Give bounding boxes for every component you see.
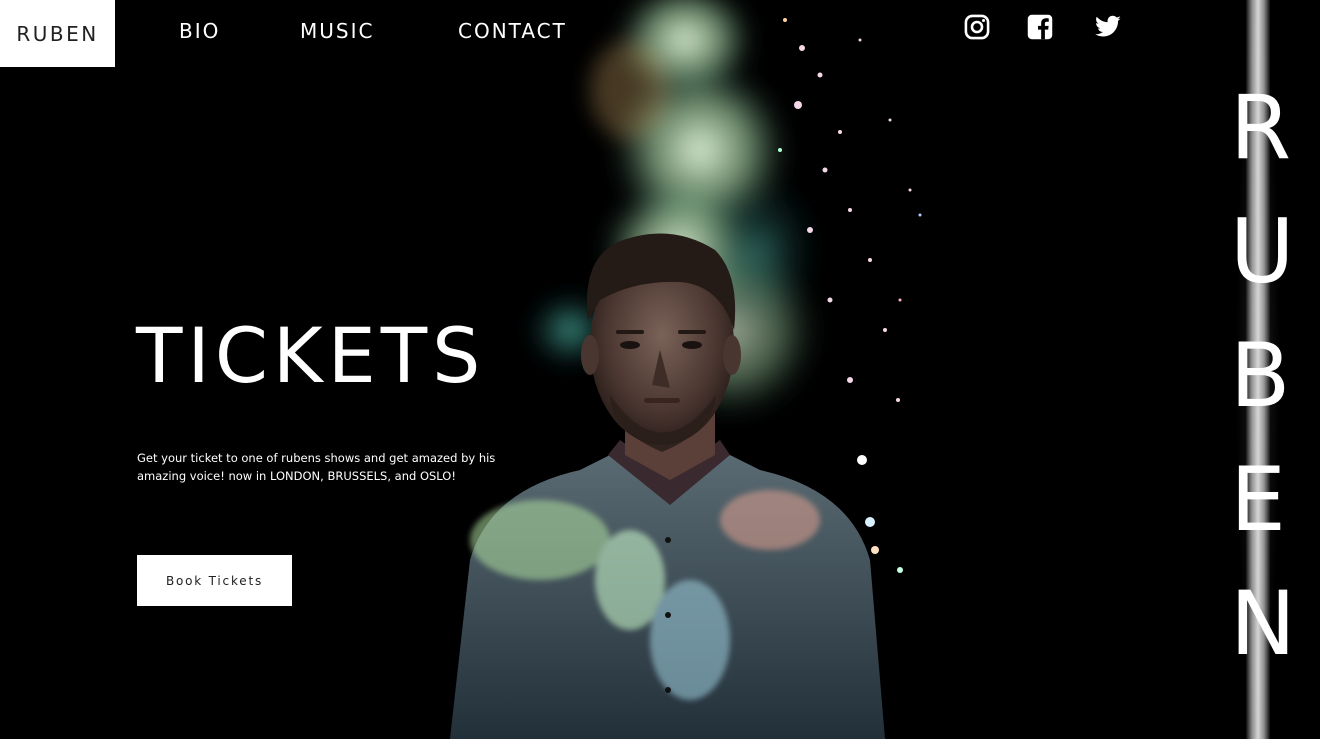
twitter-icon bbox=[1095, 15, 1121, 37]
facebook-icon bbox=[1027, 14, 1053, 40]
rail-letter: B bbox=[1230, 324, 1291, 427]
instagram-link[interactable] bbox=[963, 13, 991, 41]
rail-letter: N bbox=[1230, 572, 1296, 675]
book-tickets-button[interactable]: Book Tickets bbox=[137, 555, 292, 606]
rail-letter: R bbox=[1230, 76, 1292, 179]
page: RUBEN BIO MUSIC CONTACT TICKETS Get your… bbox=[0, 0, 1320, 739]
nav-link-contact[interactable]: CONTACT bbox=[458, 19, 567, 43]
hero-title: TICKETS bbox=[136, 311, 486, 400]
instagram-icon bbox=[964, 14, 990, 40]
facebook-link[interactable] bbox=[1026, 13, 1054, 41]
vertical-name: R U B E N bbox=[1230, 76, 1296, 698]
rail-letter: U bbox=[1230, 200, 1295, 303]
side-name-rail: R U B E N bbox=[1230, 0, 1296, 739]
logo-text: RUBEN bbox=[16, 21, 99, 46]
twitter-link[interactable] bbox=[1093, 13, 1123, 41]
nav-link-music[interactable]: MUSIC bbox=[300, 19, 374, 43]
nav-link-bio[interactable]: BIO bbox=[179, 19, 220, 43]
logo-home-link[interactable]: RUBEN bbox=[0, 0, 115, 67]
rail-letter: E bbox=[1230, 448, 1286, 551]
artist-hero-image bbox=[450, 0, 922, 739]
hero-description: Get your ticket to one of rubens shows a… bbox=[137, 451, 496, 483]
